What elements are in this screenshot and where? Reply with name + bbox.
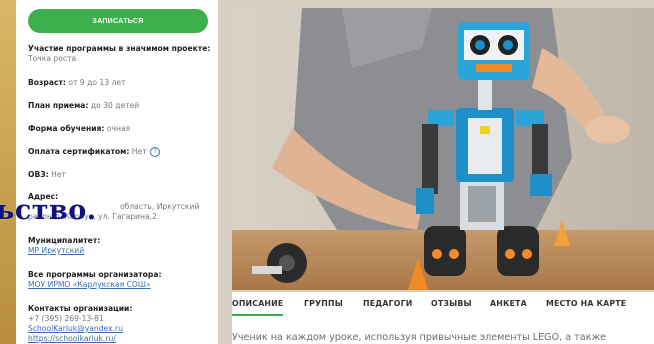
tab-groups[interactable]: ГРУППЫ <box>304 299 343 308</box>
contacts-label: Контакты организации: <box>28 304 133 313</box>
overlay-caption-text: ьство. <box>0 195 97 226</box>
enroll-button[interactable]: ЗАПИСАТЬСЯ <box>28 9 208 33</box>
lego-robot-photo-icon <box>232 8 654 290</box>
plan-info: План приема: до 30 детей <box>28 101 213 111</box>
municipality-label: Муниципалитет: <box>28 236 101 245</box>
tab-description[interactable]: ОПИСАНИЕ <box>232 299 284 316</box>
ovz-label: ОВЗ: <box>28 170 49 179</box>
contacts-info: Контакты организации: +7 (395) 269-13-81… <box>28 304 213 344</box>
municipality-link[interactable]: МР Иркутский <box>28 246 84 255</box>
tab-form[interactable]: АНКЕТА <box>490 299 527 308</box>
all-programs-label: Все программы организатора: <box>28 270 162 279</box>
phone-number: +7 (395) 269-13-81 <box>28 314 104 323</box>
form-value: очная <box>106 124 131 133</box>
form-info: Форма обучения: очная <box>28 124 213 134</box>
age-label: Возраст: <box>28 78 66 87</box>
tab-reviews[interactable]: ОТЗЫВЫ <box>431 299 472 308</box>
tab-teachers[interactable]: ПЕДАГОГИ <box>363 299 413 308</box>
age-info: Возраст: от 9 до 13 лет <box>28 78 213 88</box>
age-value: от 9 до 13 лет <box>68 78 126 87</box>
form-label: Форма обучения: <box>28 124 105 133</box>
tab-map[interactable]: МЕСТО НА КАРТЕ <box>546 299 626 308</box>
email-link[interactable]: SchoolKarluk@yandex.ru <box>28 324 123 333</box>
program-photo <box>232 8 654 290</box>
ovz-info: ОВЗ: Нет <box>28 170 213 180</box>
plan-value: до 30 детей <box>90 101 140 110</box>
help-icon[interactable]: ? <box>150 147 161 157</box>
program-tabs: ОПИСАНИЕ ГРУППЫ ПЕДАГОГИ ОТЗЫВЫ АНКЕТА М… <box>232 292 654 317</box>
certificate-info: Оплата сертификатом: Нет ? <box>28 147 213 157</box>
participation-info: Участие программы в значимом проекте: То… <box>28 44 213 64</box>
participation-label: Участие программы в значимом проекте: <box>28 44 211 53</box>
left-background-strip <box>0 0 16 344</box>
program-info-card: ЗАПИСАТЬСЯ Участие программы в значимом … <box>16 0 218 344</box>
organizer-link[interactable]: МОУ ИРМО «Карлукская СОШ» <box>28 280 151 289</box>
website-link[interactable]: https://schoolkarluk.ru/ <box>28 334 116 343</box>
certificate-label: Оплата сертификатом: <box>28 147 130 156</box>
participation-value: Точка роста <box>28 54 77 63</box>
all-programs-info: Все программы организатора: МОУ ИРМО «Ка… <box>28 270 213 290</box>
municipality-info: Муниципалитет: МР Иркутский <box>28 236 213 256</box>
ovz-value: Нет <box>51 170 66 179</box>
description-section: Ученик на каждом уроке, используя привыч… <box>232 316 654 344</box>
plan-label: План приема: <box>28 101 89 110</box>
description-text: Ученик на каждом уроке, используя привыч… <box>232 332 606 343</box>
certificate-value: Нет <box>131 147 147 156</box>
